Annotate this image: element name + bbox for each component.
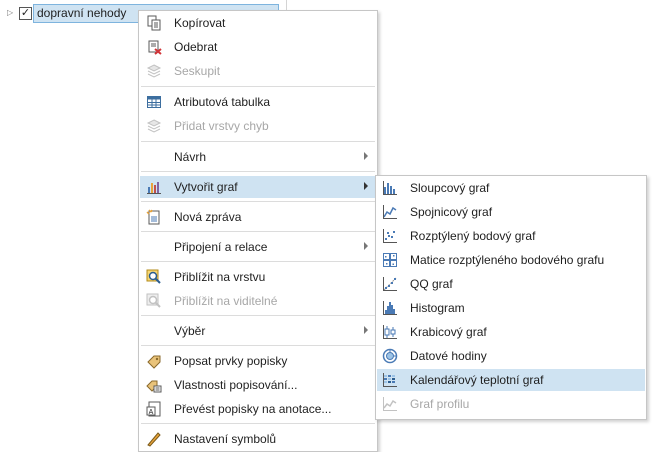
submenu-item-label: Sloupcový graf — [410, 181, 490, 195]
menu-item-label: Přidat vrstvy chyb — [174, 119, 269, 133]
submenu-item-label: Kalendářový teplotní graf — [410, 373, 544, 387]
submenu-arrow-icon — [364, 326, 368, 334]
menu-item-label: Nastavení symbolů — [174, 432, 277, 446]
menu-item-convert-labels[interactable]: A Převést popisky na anotace... — [140, 398, 376, 420]
menu-item-symbology[interactable]: Nastavení symbolů — [140, 428, 376, 450]
scatter-matrix-icon — [383, 253, 397, 267]
submenu-item-label: Rozptýlený bodový graf — [410, 229, 536, 243]
menu-item-add-error-layers: Přidat vrstvy chyb — [140, 115, 376, 137]
submenu-item-line-chart[interactable]: Spojnicový graf — [377, 201, 645, 223]
profile-graph-icon — [383, 397, 397, 411]
submenu-item-label: Datové hodiny — [410, 349, 487, 363]
line-chart-icon — [383, 205, 397, 219]
create-chart-submenu: Sloupcový graf Spojnicový graf Rozptýlen… — [375, 175, 647, 420]
menu-item-label: Popsat prvky popisky — [174, 354, 288, 368]
bar-chart-icon — [383, 181, 397, 195]
menu-separator — [141, 86, 375, 87]
menu-item-label: Nová zpráva — [174, 210, 242, 224]
submenu-item-data-clock[interactable]: Datové hodiny — [377, 345, 645, 367]
menu-item-remove[interactable]: Odebrat — [140, 36, 376, 58]
layer-visibility-checkbox[interactable]: ✓ — [19, 7, 32, 20]
layer-context-menu: Kopírovat Odebrat Seskupit Atributová ta… — [138, 10, 378, 452]
error-layers-icon — [146, 119, 162, 133]
menu-separator — [141, 201, 375, 202]
menu-separator — [141, 231, 375, 232]
menu-item-zoom-to-layer[interactable]: Přiblížit na vrstvu — [140, 266, 376, 288]
menu-separator — [141, 261, 375, 262]
group-layers-icon — [146, 64, 162, 78]
submenu-item-label: Krabicový graf — [410, 325, 487, 339]
labeling-properties-icon — [146, 380, 162, 393]
menu-item-label: Přiblížit na vrstvu — [174, 270, 266, 284]
svg-text:A: A — [149, 409, 154, 416]
zoom-to-layer-icon — [146, 269, 161, 284]
histogram-icon — [383, 301, 397, 315]
menu-item-labeling-properties[interactable]: Vlastnosti popisování... — [140, 374, 376, 396]
menu-item-label: Vytvořit graf — [174, 180, 238, 194]
convert-labels-icon: A — [146, 401, 161, 417]
submenu-item-qq-plot[interactable]: QQ graf — [377, 273, 645, 295]
box-plot-icon — [383, 325, 397, 339]
expand-arrow-icon[interactable]: ▷ — [7, 8, 13, 17]
menu-separator — [141, 423, 375, 424]
layer-name: dopravní nehody — [37, 6, 127, 20]
menu-item-attribute-table[interactable]: Atributová tabulka — [140, 91, 376, 113]
remove-layer-icon — [148, 40, 162, 55]
menu-item-create-chart[interactable]: Vytvořit graf — [140, 176, 376, 198]
qq-plot-icon — [383, 277, 397, 291]
symbology-icon — [147, 432, 161, 447]
menu-item-group: Seskupit — [140, 60, 376, 82]
submenu-item-box-plot[interactable]: Krabicový graf — [377, 321, 645, 343]
submenu-item-profile-graph: Graf profilu — [377, 393, 645, 415]
menu-item-label: Převést popisky na anotace... — [174, 402, 332, 416]
menu-separator — [141, 171, 375, 172]
menu-item-label: Vlastnosti popisování... — [174, 378, 298, 392]
menu-item-label: Přiblížit na viditelné — [174, 294, 278, 308]
bar-chart-icon — [147, 182, 161, 194]
menu-item-design[interactable]: Návrh — [140, 146, 376, 168]
data-clock-icon — [382, 348, 398, 364]
submenu-arrow-icon — [364, 152, 368, 160]
submenu-item-histogram[interactable]: Histogram — [377, 297, 645, 319]
menu-item-label: Připojení a relace — [174, 240, 268, 254]
submenu-item-bar-chart[interactable]: Sloupcový graf — [377, 177, 645, 199]
label-features-icon — [147, 355, 161, 369]
submenu-item-scatter-plot[interactable]: Rozptýlený bodový graf — [377, 225, 645, 247]
submenu-item-calendar-heat-chart[interactable]: Kalendářový teplotní graf — [377, 369, 645, 391]
calendar-heat-chart-icon — [383, 373, 397, 387]
menu-separator — [141, 345, 375, 346]
submenu-arrow-icon — [364, 182, 368, 190]
menu-separator — [141, 141, 375, 142]
submenu-item-scatter-matrix[interactable]: Matice rozptýleného bodového grafu — [377, 249, 645, 271]
new-report-icon — [146, 209, 160, 225]
submenu-item-label: Histogram — [410, 301, 465, 315]
menu-item-label: Kopírovat — [174, 16, 226, 30]
menu-item-label: Atributová tabulka — [174, 95, 271, 109]
copy-icon — [147, 15, 161, 31]
menu-item-new-report[interactable]: Nová zpráva — [140, 206, 376, 228]
menu-item-copy[interactable]: Kopírovat — [140, 12, 376, 34]
submenu-arrow-icon — [364, 242, 368, 250]
menu-item-label: Výběr — [174, 324, 206, 338]
zoom-to-visible-icon — [146, 293, 161, 308]
submenu-item-label: Matice rozptýleného bodového grafu — [410, 253, 605, 267]
menu-item-label-features[interactable]: Popsat prvky popisky — [140, 350, 376, 372]
table-icon — [147, 96, 161, 108]
menu-item-zoom-to-visible: Přiblížit na viditelné — [140, 290, 376, 312]
menu-separator — [141, 315, 375, 316]
menu-item-label: Návrh — [174, 150, 207, 164]
menu-item-selection[interactable]: Výběr — [140, 320, 376, 342]
submenu-item-label: QQ graf — [410, 277, 453, 291]
submenu-item-label: Spojnicový graf — [410, 205, 493, 219]
menu-item-label: Seskupit — [174, 64, 221, 78]
scatter-plot-icon — [383, 229, 397, 243]
menu-item-joins-relates[interactable]: Připojení a relace — [140, 236, 376, 258]
menu-item-label: Odebrat — [174, 40, 218, 54]
submenu-item-label: Graf profilu — [410, 397, 470, 411]
